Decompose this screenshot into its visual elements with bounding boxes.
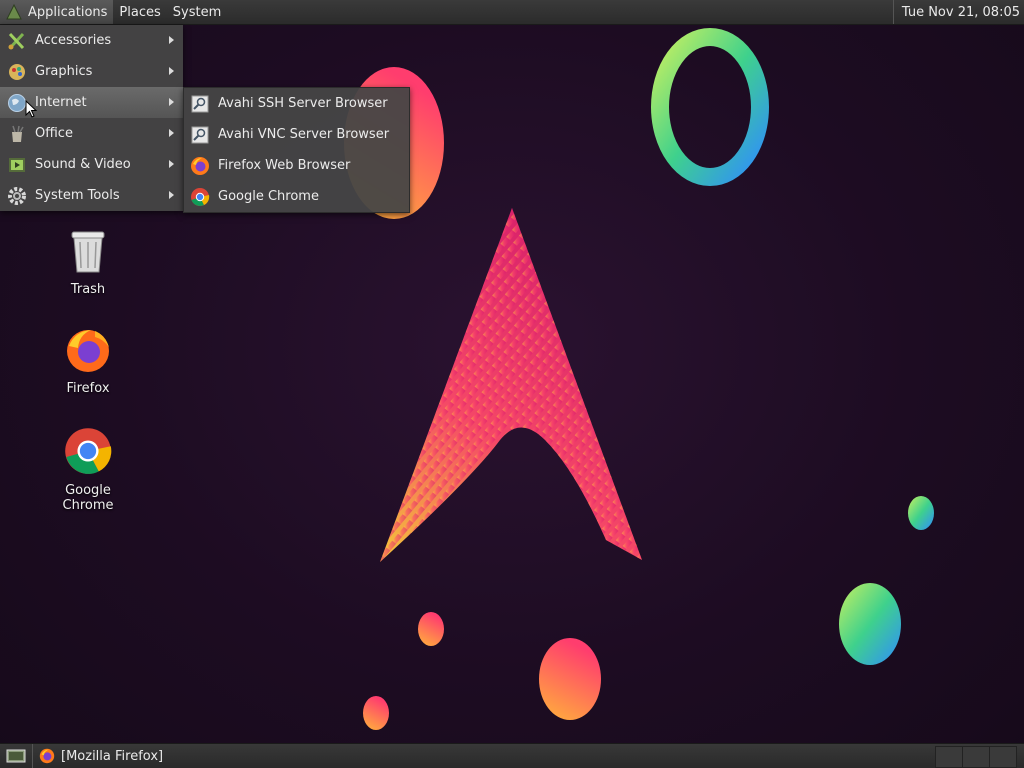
trash-icon: [71, 231, 105, 273]
chrome-icon: [65, 428, 112, 474]
desktop-icon-google-chrome[interactable]: Google Chrome: [38, 427, 138, 513]
accessories-icon: [7, 31, 27, 51]
applications-menu-button[interactable]: Applications: [0, 0, 114, 24]
places-menu-label: Places: [119, 4, 161, 20]
graphics-icon: [7, 62, 27, 82]
menu-item-label: Graphics: [35, 64, 93, 79]
chrome-icon: [190, 187, 210, 207]
menu-item-firefox[interactable]: Firefox Web Browser: [184, 150, 409, 181]
system-tools-gear-icon: [7, 186, 27, 206]
menu-item-avahi-vnc[interactable]: Avahi VNC Server Browser: [184, 119, 409, 150]
taskbar-window-firefox[interactable]: [Mozilla Firefox]: [33, 744, 169, 768]
workspace-switcher-2[interactable]: [962, 746, 990, 768]
menu-item-google-chrome[interactable]: Google Chrome: [184, 181, 409, 212]
menu-item-accessories[interactable]: Accessories: [0, 25, 183, 56]
submenu-arrow-icon: [169, 67, 174, 75]
sound-video-icon: [7, 155, 27, 175]
submenu-item-label: Avahi SSH Server Browser: [218, 96, 388, 111]
top-panel: Applications Places System Tue Nov 21, 0…: [0, 0, 1024, 25]
submenu-arrow-icon: [169, 36, 174, 44]
firefox-icon: [39, 748, 55, 764]
internet-globe-icon: [7, 93, 27, 113]
submenu-arrow-icon: [169, 98, 174, 106]
avahi-ssh-icon: [190, 94, 210, 114]
menu-item-office[interactable]: Office: [0, 118, 183, 149]
applications-menu: Accessories Graphics Internet Office Sou…: [0, 25, 183, 211]
taskbar-window-label: [Mozilla Firefox]: [61, 748, 164, 764]
firefox-icon: [67, 330, 109, 372]
menu-item-label: Sound & Video: [35, 157, 131, 172]
clock[interactable]: Tue Nov 21, 08:05: [892, 0, 1024, 24]
submenu-item-label: Firefox Web Browser: [218, 158, 351, 173]
office-icon: [7, 124, 27, 144]
submenu-item-label: Avahi VNC Server Browser: [218, 127, 390, 142]
workspace-switcher-3[interactable]: [989, 746, 1017, 768]
submenu-arrow-icon: [169, 191, 174, 199]
show-desktop-icon[interactable]: [0, 744, 33, 768]
menu-item-label: Accessories: [35, 33, 112, 48]
menu-item-avahi-ssh[interactable]: Avahi SSH Server Browser: [184, 88, 409, 119]
menu-item-label: Internet: [35, 95, 87, 110]
system-menu-label: System: [172, 4, 222, 20]
menu-item-system-tools[interactable]: System Tools: [0, 180, 183, 211]
applications-menu-label: Applications: [28, 4, 108, 20]
bottom-panel: [Mozilla Firefox]: [0, 743, 1024, 768]
submenu-arrow-icon: [169, 129, 174, 137]
applications-logo-icon: [6, 3, 22, 20]
desktop-icon-firefox[interactable]: Firefox: [38, 327, 138, 396]
menu-item-label: System Tools: [35, 188, 120, 203]
desktop-icon-trash[interactable]: Trash: [38, 228, 138, 297]
places-menu-button[interactable]: Places: [113, 0, 166, 24]
internet-submenu: Avahi SSH Server Browser Avahi VNC Serve…: [183, 87, 410, 213]
desktop-icon-label: Firefox: [66, 381, 110, 396]
menu-item-sound-video[interactable]: Sound & Video: [0, 149, 183, 180]
submenu-arrow-icon: [169, 160, 174, 168]
workspace-switcher-1[interactable]: [935, 746, 963, 768]
firefox-icon: [190, 156, 210, 176]
avahi-vnc-icon: [190, 125, 210, 145]
desktop-icon-label: Trash: [70, 282, 106, 297]
mouse-cursor-icon: [25, 100, 37, 118]
system-menu-button[interactable]: System: [167, 0, 227, 24]
desktop-icon-label: Google Chrome: [62, 483, 114, 513]
submenu-item-label: Google Chrome: [218, 189, 319, 204]
menu-item-graphics[interactable]: Graphics: [0, 56, 183, 87]
menu-item-label: Office: [35, 126, 73, 141]
